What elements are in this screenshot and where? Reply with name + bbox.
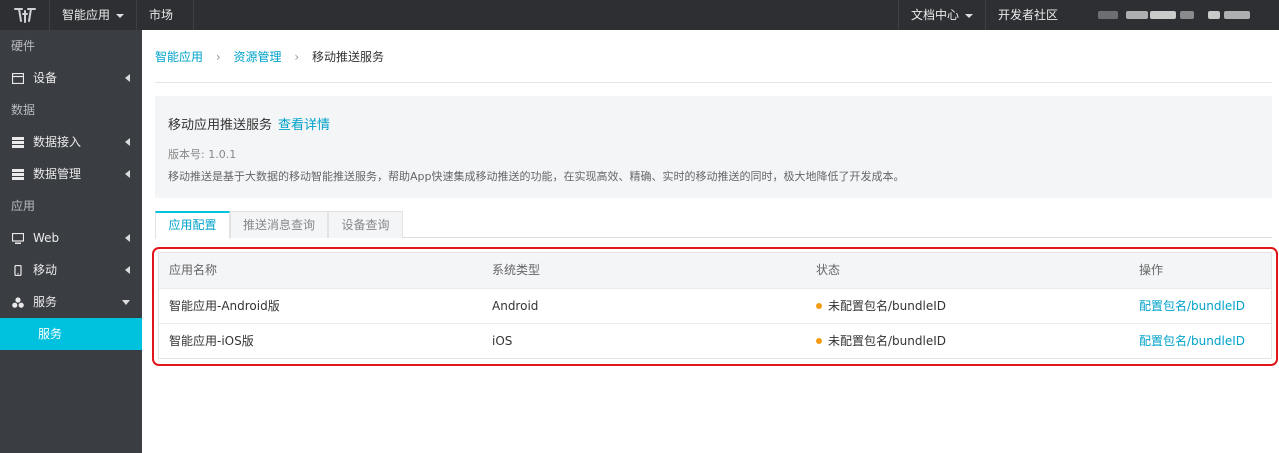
product-menu[interactable]: 智能应用 [50,0,137,30]
community-link[interactable]: 开发者社区 [986,0,1086,30]
highlight-annotation-box [152,247,1278,366]
redacted-user-info[interactable] [1098,8,1258,22]
service-title-row: 移动应用推送服务 查看详情 [168,114,330,133]
chevron-left-icon [125,234,130,242]
server-icon [12,169,24,180]
service-title: 移动应用推送服务 [168,118,273,133]
desktop-icon [12,233,24,244]
tab-bar: 应用配置 推送消息查询 设备查询 [155,211,1272,239]
header-divider [155,82,1272,83]
top-navbar: 智能应用 市场 文档中心 开发者社区 [0,0,1279,30]
docs-menu-label: 文档中心 [911,8,960,22]
breadcrumb-separator: › [294,50,300,64]
sidebar-group-app: 应用 [11,199,36,213]
sidebar-group-data: 数据 [11,103,36,117]
sidebar-item-label: Web [33,231,60,245]
monitor-icon [12,73,24,84]
tab-app-config[interactable]: 应用配置 [155,211,230,239]
breadcrumb: 智能应用 › 资源管理 › 移动推送服务 [155,48,384,66]
tab-device-query[interactable]: 设备查询 [328,211,403,238]
cubes-icon [12,297,24,308]
chevron-left-icon [125,266,130,274]
view-details-link[interactable]: 查看详情 [278,118,330,133]
sidebar-item-web[interactable]: Web [0,222,142,254]
breadcrumb-current: 移动推送服务 [311,50,384,64]
sidebar-item-label: 数据管理 [33,167,82,181]
server-icon [12,137,24,148]
sidebar-item-label: 移动 [33,263,58,277]
service-description: 移动推送是基于大数据的移动智能推送服务，帮助App快速集成移动推送的功能，在实现… [168,170,905,183]
chevron-left-icon [125,74,130,82]
logo-icon [13,8,36,23]
sidebar-item-label: 设备 [33,71,58,85]
docs-menu[interactable]: 文档中心 [898,0,986,30]
sidebar-group-hardware: 硬件 [11,39,36,53]
chevron-down-icon [965,13,974,18]
sidebar-item-data-ingest[interactable]: 数据接入 [0,126,142,158]
chevron-down-icon [122,300,130,305]
mobile-icon [14,265,22,276]
sidebar-item-service[interactable]: 服务 [0,286,142,318]
tab-push-message-query[interactable]: 推送消息查询 [230,211,328,238]
chevron-down-icon [116,13,125,18]
service-version: 版本号: 1.0.1 [168,148,237,161]
sidebar-item-mobile[interactable]: 移动 [0,254,142,286]
sidebar-subitem-service[interactable]: 服务 [0,318,142,350]
breadcrumb-link-smart-app[interactable]: 智能应用 [155,48,203,65]
sidebar-item-device[interactable]: 设备 [0,62,142,94]
brand-logo[interactable] [0,0,50,30]
sidebar-item-label: 服务 [33,295,58,309]
breadcrumb-link-resources[interactable]: 资源管理 [233,48,281,65]
community-label: 开发者社区 [998,8,1059,22]
market-link[interactable]: 市场 [137,0,194,30]
sidebar: 硬件 设备 数据 数据接入 数据管理 应用 Web 移动 服务 服务 [0,30,142,453]
market-label: 市场 [149,8,174,22]
chevron-left-icon [125,138,130,146]
product-menu-label: 智能应用 [62,8,111,22]
service-info-panel: 移动应用推送服务 查看详情 版本号: 1.0.1 移动推送是基于大数据的移动智能推… [155,96,1272,198]
sidebar-item-label: 数据接入 [33,135,82,149]
breadcrumb-separator: › [215,50,221,64]
sidebar-item-data-manage[interactable]: 数据管理 [0,158,142,190]
chevron-left-icon [125,170,130,178]
